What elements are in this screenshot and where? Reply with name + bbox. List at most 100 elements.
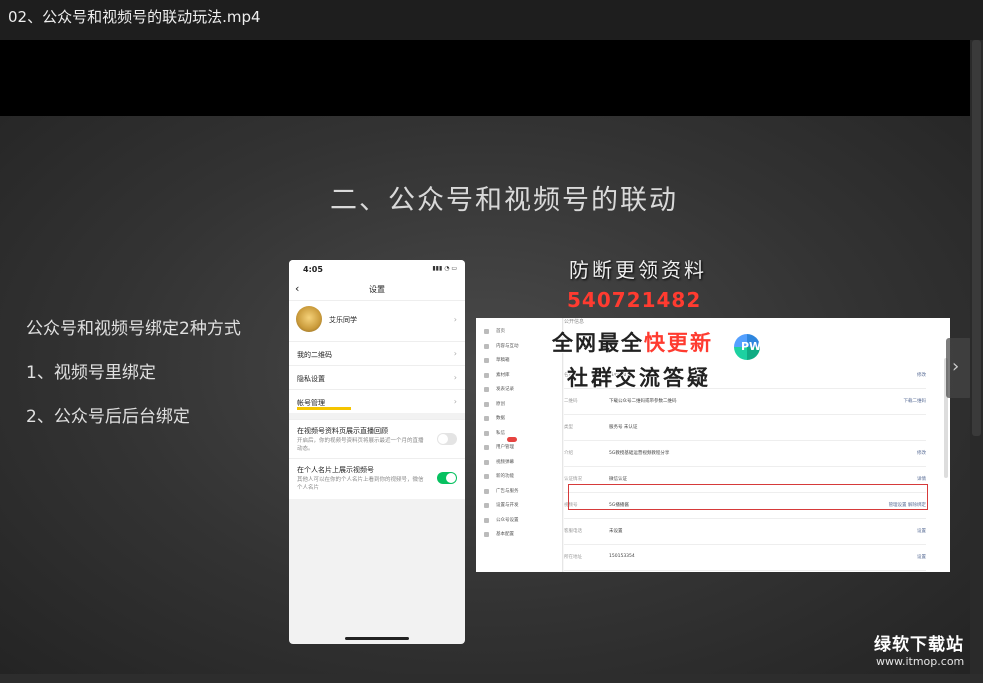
sidebar-item-label: 设置与开发 bbox=[496, 503, 519, 508]
setting-desc: 开启后，你的视频号资料页将展示最近一个月的直播动态。 bbox=[297, 438, 424, 452]
next-slide-button[interactable]: › bbox=[946, 338, 972, 398]
admin-panel-screenshot: 首页内容与互动草稿箱素材库发表记录原创数据私信用户管理视频弹幕新的功能广告与服务… bbox=[476, 318, 950, 572]
bottom-bar bbox=[0, 674, 983, 683]
overlay-text-3: 全网最全快更新 bbox=[551, 327, 713, 357]
sidebar-item-icon bbox=[484, 343, 489, 349]
overlay-text-3a: 全网最全 bbox=[551, 329, 644, 356]
chevron-right-icon: › bbox=[453, 349, 457, 358]
highlight-underline bbox=[297, 407, 351, 410]
highlight-red-box bbox=[568, 484, 928, 510]
window-titlebar: 02、公众号和视频号的联动玩法.mp4 bbox=[0, 0, 983, 40]
sidebar-item-icon bbox=[484, 474, 489, 479]
overlay-text-1: 防断更领资料 bbox=[569, 258, 707, 282]
sidebar-item-icon bbox=[484, 503, 489, 508]
info-key: 认证情况 bbox=[564, 477, 582, 482]
info-action: 修改 bbox=[917, 373, 926, 378]
sidebar-item-icon bbox=[484, 401, 489, 407]
sidebar-item-label: 用户管理 bbox=[496, 445, 514, 450]
sidebar-item-label: 公众号设置 bbox=[496, 517, 519, 523]
chevron-right-icon: › bbox=[453, 397, 457, 406]
chevron-right-icon: › bbox=[453, 315, 457, 324]
info-action: 修改 bbox=[917, 451, 926, 456]
info-action: 设置 bbox=[917, 529, 926, 534]
info-value: 5G教授基础运营视频教程分享 bbox=[609, 451, 670, 456]
sidebar-item-label: 视频弹幕 bbox=[496, 459, 514, 465]
sidebar-item-label: 内容与互动 bbox=[496, 343, 519, 349]
info-row: 介绍 5G教授基础运营视频教程分享 修改 bbox=[564, 440, 926, 467]
info-key: 介绍 bbox=[564, 451, 573, 456]
menu-label: 隐私设置 bbox=[297, 375, 325, 383]
sidebar-item-icon bbox=[484, 488, 489, 494]
sidebar-item-icon bbox=[484, 517, 489, 523]
sidebar-item-icon bbox=[484, 358, 489, 363]
window-title: 02、公众号和视频号的联动玩法.mp4 bbox=[8, 8, 261, 26]
home-indicator bbox=[345, 637, 409, 640]
info-row: 类型 服务号 未认证 bbox=[564, 414, 926, 441]
sidebar-item-label: 新的功能 bbox=[496, 474, 514, 479]
sidebar-item-icon bbox=[484, 372, 489, 378]
signal-wifi-battery-icon: ▮▮▮ ◔ ▭ bbox=[432, 265, 457, 272]
sidebar-item-label: 数据 bbox=[496, 416, 505, 421]
admin-sidebar: 首页内容与互动草稿箱素材库发表记录原创数据私信用户管理视频弹幕新的功能广告与服务… bbox=[476, 318, 563, 572]
info-action: 详情 bbox=[917, 477, 926, 482]
profile-name: 艾乐同学 bbox=[329, 316, 357, 324]
slide-line-1: 公众号和视频号绑定2种方式 bbox=[26, 319, 241, 339]
slide-heading: 二、公众号和视频号的联动 bbox=[330, 185, 678, 216]
chevron-right-icon: › bbox=[952, 356, 960, 377]
info-key: 类型 bbox=[564, 425, 573, 430]
phone-nav-bar: ‹ 设置 bbox=[289, 278, 465, 300]
info-row: 客服电话 未设置 设置 bbox=[564, 518, 926, 545]
sidebar-item-label: 私信 bbox=[496, 430, 505, 436]
chevron-right-icon: › bbox=[453, 373, 457, 382]
sidebar-item-label: 首页 bbox=[496, 329, 505, 334]
sidebar-item-icon bbox=[484, 430, 489, 436]
setting-title: 在个人名片上展示视频号 bbox=[297, 466, 374, 474]
phone-menu-row: 隐私设置 › bbox=[289, 365, 465, 389]
sidebar-item-icon bbox=[484, 532, 489, 537]
notification-badge bbox=[507, 437, 517, 442]
site-watermark-logo: 绿软下载站 bbox=[874, 635, 964, 655]
phone-status-bar: 4:05 ▮▮▮ ◔ ▭ bbox=[289, 260, 465, 278]
phone-time: 4:05 bbox=[303, 265, 323, 274]
site-watermark-url: www.itmop.com bbox=[876, 655, 965, 668]
info-value: 150153354 bbox=[609, 554, 635, 559]
toggle-switch bbox=[437, 433, 457, 445]
overlay-logo-icon: PW bbox=[734, 334, 762, 360]
setting-title: 在视频号资料页展示直播回顾 bbox=[297, 427, 388, 435]
phone-setting-row: 在视频号资料页展示直播回顾 开启后，你的视频号资料页将展示最近一个月的直播动态。 bbox=[289, 419, 465, 458]
phone-menu-row: 我的二维码 › bbox=[289, 341, 465, 365]
overlay-text-3b: 快更新 bbox=[643, 329, 713, 356]
sidebar-item-icon bbox=[484, 459, 489, 465]
slide-line-2: 1、视频号里绑定 bbox=[26, 363, 156, 383]
phone-nav-title: 设置 bbox=[369, 285, 385, 294]
sidebar-item-icon bbox=[484, 445, 489, 450]
avatar bbox=[296, 306, 322, 332]
sidebar-item-label: 素材库 bbox=[496, 372, 510, 378]
info-value: 未设置 bbox=[609, 529, 623, 534]
section-title: 公开信息 bbox=[564, 319, 585, 325]
phone-screenshot: 4:05 ▮▮▮ ◔ ▭ ‹ 设置 艾乐同学 › 我的二维码 › 隐私设置 › … bbox=[289, 260, 465, 644]
sidebar-item-label: 原创 bbox=[496, 401, 505, 407]
overlay-text-4: 社群交流答疑 bbox=[566, 364, 711, 391]
sidebar-item-label: 草稿箱 bbox=[496, 358, 510, 363]
info-value: 服务号 未认证 bbox=[609, 425, 638, 430]
scrollbar-thumb[interactable] bbox=[972, 40, 981, 436]
info-key: 所在地址 bbox=[564, 555, 582, 560]
info-action: 下载二维码 bbox=[903, 399, 927, 404]
sidebar-item-label: 广告与服务 bbox=[496, 488, 519, 494]
info-value: 微信认证 bbox=[609, 477, 627, 482]
menu-label: 我的二维码 bbox=[297, 351, 332, 359]
overlay-logo-letters: PW bbox=[741, 340, 762, 353]
sidebar-item-icon bbox=[484, 387, 489, 392]
sidebar-item-label: 发表记录 bbox=[496, 387, 514, 392]
info-row: 所在地址 150153354 设置 bbox=[564, 544, 926, 571]
page-scrollbar[interactable] bbox=[970, 40, 983, 674]
toggle-switch bbox=[437, 472, 457, 484]
phone-setting-row: 在个人名片上展示视频号 其他人可以在你的个人名片上看到你的视频号，微信个人名片 bbox=[289, 458, 465, 499]
info-value: 下载公众号二维码或带参数二维码 bbox=[609, 399, 677, 404]
setting-desc: 其他人可以在你的个人名片上看到你的视频号，微信个人名片 bbox=[297, 477, 424, 491]
info-row: 二维码 下载公众号二维码或带参数二维码 下载二维码 bbox=[564, 388, 926, 415]
sidebar-item-label: 基本配置 bbox=[496, 532, 514, 537]
overlay-number: 540721482 bbox=[567, 288, 702, 312]
slide-line-3: 2、公众号后后台绑定 bbox=[26, 407, 190, 427]
